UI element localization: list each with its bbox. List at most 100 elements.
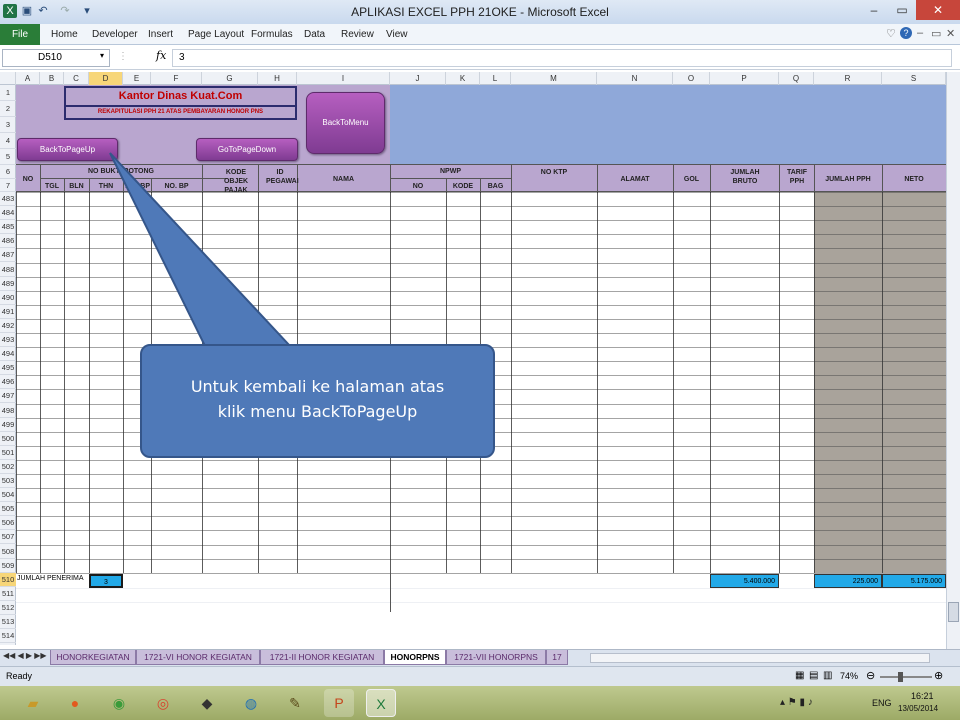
tab-formulas[interactable]: Formulas <box>251 24 293 45</box>
language-indicator[interactable]: ENG <box>872 698 892 708</box>
row-header-510[interactable]: 510 <box>0 572 16 587</box>
total-pph-cell[interactable]: 225.000 <box>814 574 882 588</box>
column-header-d[interactable]: D <box>89 72 123 85</box>
sheet-tab-17[interactable]: 17 <box>546 650 568 665</box>
tab-view[interactable]: View <box>386 24 408 45</box>
row-header-511[interactable]: 511 <box>0 587 16 601</box>
row-header-5[interactable]: 5 <box>0 149 16 165</box>
minimize-ribbon-icon[interactable]: ♡ <box>886 27 896 40</box>
insert-function-button[interactable]: fx <box>156 49 166 62</box>
minimize-button[interactable]: – <box>860 0 888 20</box>
row-header-3[interactable]: 3 <box>0 117 16 133</box>
column-header-a[interactable]: A <box>16 72 40 85</box>
vertical-scrollbar[interactable] <box>946 72 960 649</box>
app-dark-icon[interactable]: ◆ <box>192 689 222 717</box>
tab-developer[interactable]: Developer <box>92 24 138 45</box>
tab-insert[interactable]: Insert <box>148 24 173 45</box>
sheet-tab-1721-vi[interactable]: 1721-VI HONOR KEGIATAN <box>136 650 260 665</box>
row-header-502[interactable]: 502 <box>0 460 16 474</box>
back-to-menu-button[interactable]: BackToMenu <box>306 92 385 154</box>
row-header-496[interactable]: 496 <box>0 375 16 390</box>
row-header-500[interactable]: 500 <box>0 432 16 446</box>
row-header-491[interactable]: 491 <box>0 305 16 319</box>
restore-button[interactable]: ▭ <box>888 0 916 20</box>
row-header-487[interactable]: 487 <box>0 248 16 263</box>
help-icon[interactable]: ? <box>900 27 912 39</box>
column-header-q[interactable]: Q <box>779 72 814 85</box>
zoom-slider-thumb[interactable] <box>898 672 903 682</box>
row-header-492[interactable]: 492 <box>0 319 16 333</box>
clock-time[interactable]: 16:21 <box>911 691 934 701</box>
column-header-m[interactable]: M <box>511 72 597 85</box>
row-header-509[interactable]: 509 <box>0 559 16 573</box>
column-header-i[interactable]: I <box>297 72 390 85</box>
sheet-tab-1721-vii[interactable]: 1721-VII HONORPNS <box>446 650 546 665</box>
row-header-498[interactable]: 498 <box>0 404 16 418</box>
report-subtitle-cell[interactable]: REKAPITULASI PPH 21 ATAS PEMBAYARAN HONO… <box>64 107 297 120</box>
row-header-501[interactable]: 501 <box>0 446 16 460</box>
row-header-483[interactable]: 483 <box>0 192 16 207</box>
row-header-1[interactable]: 1 <box>0 85 16 101</box>
tab-data[interactable]: Data <box>304 24 325 45</box>
column-header-b[interactable]: B <box>40 72 64 85</box>
formula-input[interactable]: 3 <box>172 49 952 67</box>
tab-nav-arrows-icon[interactable]: ◀◀ ◀ ▶ ▶▶ <box>3 651 47 660</box>
app-blue-icon[interactable]: ◍ <box>236 689 266 717</box>
tab-file[interactable]: File <box>0 24 40 45</box>
row-header-494[interactable]: 494 <box>0 347 16 362</box>
row-header-514[interactable]: 514 <box>0 629 16 644</box>
column-header-h[interactable]: H <box>258 72 297 85</box>
zoom-slider[interactable] <box>880 676 932 678</box>
row-header-486[interactable]: 486 <box>0 234 16 249</box>
column-header-e[interactable]: E <box>123 72 151 85</box>
row-header-499[interactable]: 499 <box>0 418 16 432</box>
row-header-512[interactable]: 512 <box>0 601 16 615</box>
row-header-505[interactable]: 505 <box>0 502 16 517</box>
go-to-page-down-button[interactable]: GoToPageDown <box>196 138 298 161</box>
zoom-level[interactable]: 74% <box>840 671 858 681</box>
sheet-tab-1721-ii[interactable]: 1721-II HONOR KEGIATAN <box>260 650 384 665</box>
firefox-icon[interactable]: ● <box>60 689 90 717</box>
row-header-484[interactable]: 484 <box>0 206 16 221</box>
row-header-513[interactable]: 513 <box>0 615 16 630</box>
file-explorer-icon[interactable]: ▰ <box>18 689 48 717</box>
row-header-506[interactable]: 506 <box>0 516 16 531</box>
name-box-dropdown-icon[interactable]: ▾ <box>100 51 104 60</box>
clock-date[interactable]: 13/05/2014 <box>898 704 938 713</box>
sheet-tab-honorkegiatan[interactable]: HONORKEGIATAN <box>50 650 136 665</box>
row-header-488[interactable]: 488 <box>0 263 16 277</box>
row-header-508[interactable]: 508 <box>0 545 16 559</box>
row-header-503[interactable]: 503 <box>0 474 16 489</box>
row-header-493[interactable]: 493 <box>0 333 16 348</box>
normal-view-icon[interactable]: ▦ <box>795 670 804 681</box>
powerpoint-icon[interactable]: P <box>324 689 354 717</box>
zoom-in-icon[interactable]: ⊕ <box>934 669 943 682</box>
column-header-j[interactable]: J <box>390 72 446 85</box>
row-header-495[interactable]: 495 <box>0 361 16 376</box>
total-neto-cell[interactable]: 5.175.000 <box>882 574 946 588</box>
workbook-minimize-icon[interactable]: – <box>917 27 923 39</box>
office-title-cell[interactable]: Kantor Dinas Kuat.Com <box>64 86 297 107</box>
column-header-n[interactable]: N <box>597 72 673 85</box>
row-header-4[interactable]: 4 <box>0 133 16 149</box>
chrome-icon[interactable]: ◎ <box>148 689 178 717</box>
column-header-l[interactable]: L <box>480 72 511 85</box>
row-header-497[interactable]: 497 <box>0 389 16 404</box>
excel-icon[interactable]: X <box>366 689 396 717</box>
zoom-out-icon[interactable]: ⊖ <box>866 669 875 682</box>
select-all-corner[interactable] <box>0 72 16 85</box>
column-header-p[interactable]: P <box>710 72 779 85</box>
close-button[interactable]: ✕ <box>916 0 960 20</box>
selected-cell-d510[interactable]: 3 <box>89 574 123 588</box>
app-green-icon[interactable]: ◉ <box>104 689 134 717</box>
row-header-489[interactable]: 489 <box>0 277 16 291</box>
row-header-490[interactable]: 490 <box>0 291 16 305</box>
back-to-page-up-button[interactable]: BackToPageUp <box>17 138 118 161</box>
tab-page-layout[interactable]: Page Layout <box>188 24 244 45</box>
row-header-507[interactable]: 507 <box>0 530 16 545</box>
row-header-485[interactable]: 485 <box>0 220 16 235</box>
column-header-r[interactable]: R <box>814 72 882 85</box>
row-header-7[interactable]: 7 <box>0 179 16 192</box>
scroll-thumb[interactable] <box>948 602 959 622</box>
name-box[interactable]: D510 <box>2 49 110 67</box>
